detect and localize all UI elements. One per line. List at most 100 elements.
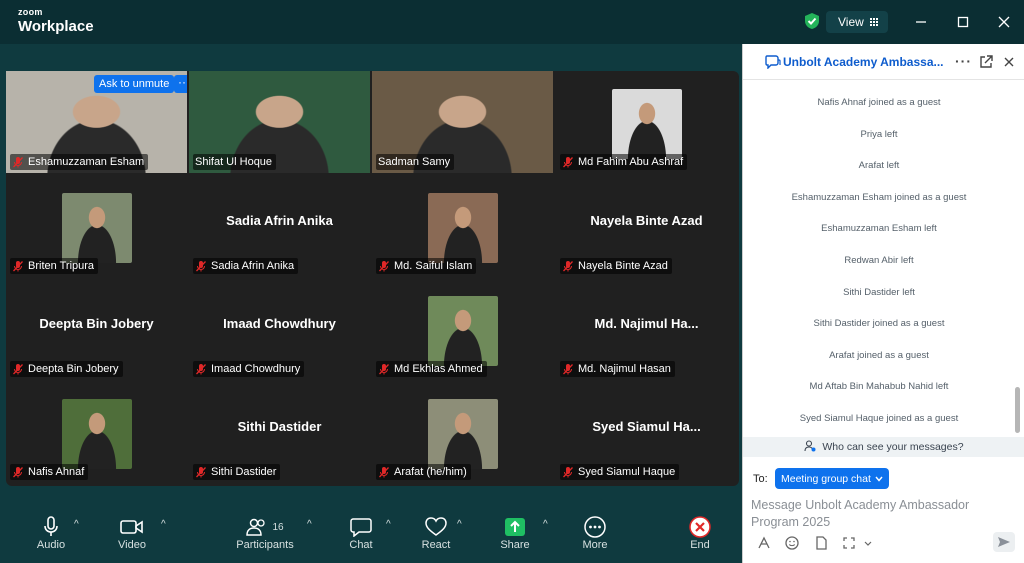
participant-tile[interactable]: Md Ekhlas Ahmed <box>372 278 553 380</box>
audio-caret-icon[interactable]: ^ <box>74 519 79 530</box>
participant-display-name: Md. Najimul Ha... <box>594 316 699 331</box>
more-icon <box>584 516 606 538</box>
emoji-icon[interactable] <box>784 535 800 551</box>
chevron-down-icon[interactable] <box>863 535 873 551</box>
message-composer: To: Meeting group chat Message Unbolt Ac… <box>743 457 1024 563</box>
tile-more-button[interactable]: ··· <box>174 75 187 93</box>
participant-tile[interactable]: Briten Tripura <box>6 175 187 277</box>
message-input[interactable]: Message Unbolt Academy Ambassador Progra… <box>751 497 1001 531</box>
participant-name: Nayela Binte Azad <box>578 260 668 272</box>
participant-tile[interactable]: Sithi Dastider Sithi Dastider <box>189 381 370 483</box>
participant-tile[interactable]: Sadman Samy <box>372 71 553 173</box>
participant-name-label: Sadia Afrin Anika <box>193 258 299 274</box>
chat-more-icon[interactable]: ··· <box>955 53 972 69</box>
participants-button[interactable]: 16 Participants <box>234 515 296 551</box>
participant-tile[interactable]: Md. Saiful Islam <box>372 175 553 277</box>
participant-name: Arafat (he/him) <box>394 466 467 478</box>
chat-scrollbar[interactable] <box>1015 387 1020 433</box>
close-icon[interactable] <box>994 12 1014 32</box>
more-button[interactable]: More <box>580 515 610 551</box>
chat-header: Unbolt Academy Ambassa... ··· <box>743 44 1024 80</box>
share-button[interactable]: Share <box>499 515 531 551</box>
share-caret-icon[interactable]: ^ <box>543 519 548 530</box>
participant-name: Deepta Bin Jobery <box>28 363 119 375</box>
system-message: Nafis Ahnaf joined as a guest <box>817 97 941 108</box>
shield-icon[interactable] <box>804 12 820 30</box>
chat-button[interactable]: Chat <box>347 515 375 551</box>
close-chat-icon[interactable] <box>1003 56 1015 68</box>
send-button[interactable] <box>993 532 1015 552</box>
person-lock-icon <box>804 440 816 452</box>
participant-name-label: Syed Siamul Haque <box>560 464 680 480</box>
file-icon[interactable] <box>813 535 829 551</box>
system-message: Eshamuzzaman Esham left <box>821 223 937 235</box>
screenshot-icon[interactable] <box>841 535 857 551</box>
participant-name-label: Deepta Bin Jobery <box>10 361 123 377</box>
send-icon <box>998 537 1010 547</box>
heart-icon <box>425 517 447 536</box>
muted-mic-icon <box>379 261 389 272</box>
participant-name: Md Ekhlas Ahmed <box>394 363 483 375</box>
brand-bottom: Workplace <box>18 18 94 35</box>
pop-out-icon[interactable] <box>979 55 993 69</box>
muted-mic-icon <box>379 467 389 478</box>
zoom-window: zoom Workplace View Eshamuzzaman Esham As… <box>0 0 1024 563</box>
title-bar: zoom Workplace View <box>0 0 1024 44</box>
muted-mic-icon <box>13 261 23 272</box>
system-message: Eshamuzzaman Esham joined as a guest <box>791 191 967 203</box>
muted-mic-icon <box>563 261 573 272</box>
participant-display-name: Sadia Afrin Anika <box>226 213 333 228</box>
chat-panel: Unbolt Academy Ambassa... ··· Nafis Ahna… <box>742 44 1024 563</box>
muted-mic-icon <box>196 364 206 375</box>
participant-tile[interactable]: Md. Najimul Ha... Md. Najimul Hasan <box>556 278 737 380</box>
muted-mic-icon <box>196 467 206 478</box>
end-button[interactable]: End <box>686 515 714 551</box>
video-button[interactable]: Video <box>113 515 151 551</box>
participant-tile[interactable]: Deepta Bin Jobery Deepta Bin Jobery <box>6 278 187 380</box>
audio-button[interactable]: Audio <box>30 515 72 551</box>
system-message: Arafat left <box>858 160 900 172</box>
profile-photo <box>611 89 682 159</box>
chevron-down-icon <box>875 476 883 482</box>
react-button[interactable]: React <box>421 515 451 551</box>
maximize-icon[interactable] <box>953 12 973 32</box>
participant-tile[interactable]: Md Fahim Abu Ashraf <box>556 71 737 173</box>
system-message: Redwan Abir left <box>844 255 914 266</box>
participant-name: Shifat Ul Hoque <box>195 156 273 168</box>
recipient-value: Meeting group chat <box>781 472 871 485</box>
recipient-dropdown[interactable]: Meeting group chat <box>775 468 889 489</box>
ask-to-unmute-button[interactable]: Ask to unmute <box>94 75 175 93</box>
chat-title: Unbolt Academy Ambassa... <box>783 55 944 69</box>
participant-tile[interactable]: Sadia Afrin Anika Sadia Afrin Anika <box>189 175 370 277</box>
participant-name-label: Briten Tripura <box>10 258 99 274</box>
participant-tile[interactable]: Nayela Binte Azad Nayela Binte Azad <box>556 175 737 277</box>
react-caret-icon[interactable]: ^ <box>457 519 462 530</box>
muted-mic-icon <box>196 261 206 272</box>
participant-name: Sadman Samy <box>378 156 451 168</box>
view-button[interactable]: View <box>826 11 888 33</box>
grid-icon <box>869 18 878 26</box>
participants-caret-icon[interactable]: ^ <box>307 519 312 530</box>
participant-tile[interactable]: Imaad Chowdhury Imaad Chowdhury <box>189 278 370 380</box>
minimize-icon[interactable] <box>911 12 931 32</box>
participant-tile[interactable]: Shifat Ul Hoque <box>189 71 370 173</box>
participant-display-name: Nayela Binte Azad <box>590 213 703 228</box>
chat-caret-icon[interactable]: ^ <box>386 519 391 530</box>
participant-display-name: Deepta Bin Jobery <box>39 316 154 331</box>
react-label: React <box>421 539 451 551</box>
end-label: End <box>690 539 710 551</box>
participant-name-label: Md Ekhlas Ahmed <box>376 361 487 377</box>
video-label: Video <box>118 539 146 551</box>
muted-mic-icon <box>379 364 389 375</box>
system-message: Sithi Dastider joined as a guest <box>813 318 945 330</box>
participant-name-label: Sadman Samy <box>376 154 455 170</box>
participant-tile[interactable]: Arafat (he/him) <box>372 381 553 483</box>
participant-tile[interactable]: Syed Siamul Ha... Syed Siamul Haque <box>556 381 737 483</box>
format-text-icon[interactable] <box>756 535 772 551</box>
share-screen-icon <box>505 518 525 536</box>
video-caret-icon[interactable]: ^ <box>161 519 166 530</box>
muted-mic-icon <box>13 157 23 168</box>
participant-tile[interactable]: Eshamuzzaman Esham Ask to unmute··· <box>6 71 187 173</box>
privacy-link[interactable]: Who can see your messages? <box>743 437 1024 457</box>
participant-tile[interactable]: Nafis Ahnaf <box>6 381 187 483</box>
